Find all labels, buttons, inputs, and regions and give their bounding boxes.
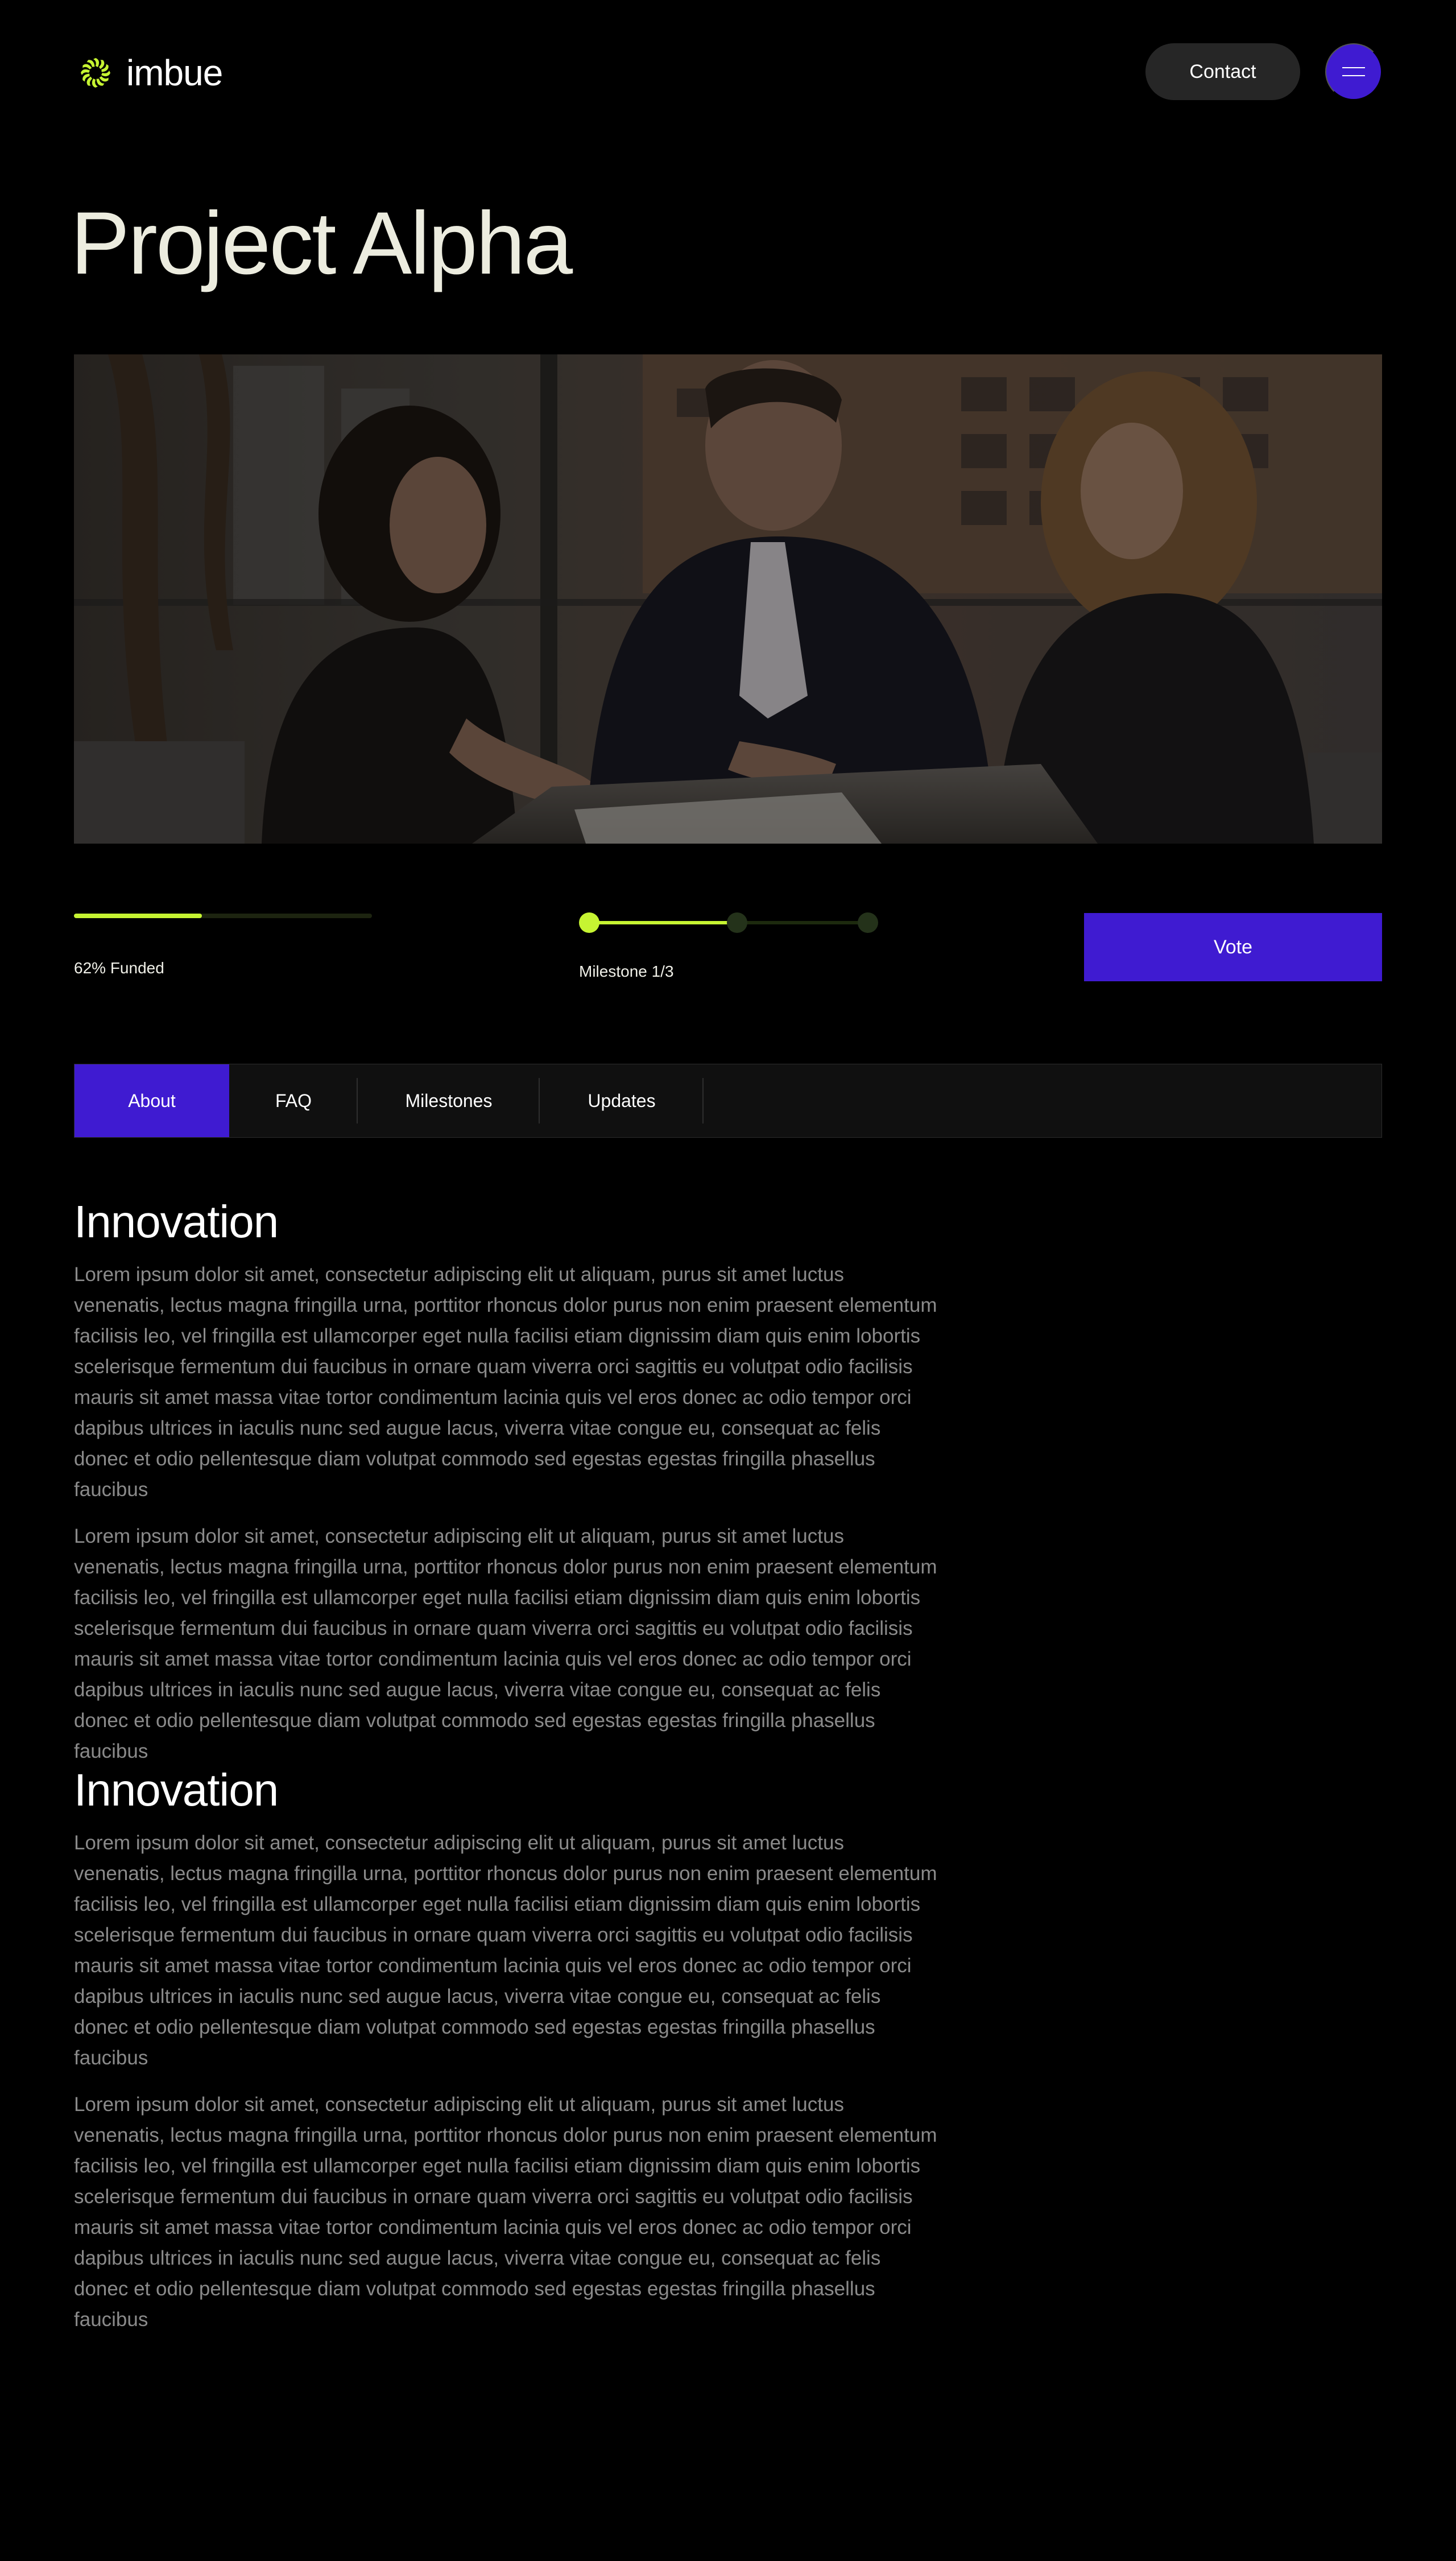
tab-faq[interactable]: FAQ: [229, 1064, 358, 1137]
funding-progress-fill: [74, 914, 202, 918]
section-paragraph: Lorem ipsum dolor sit amet, consectetur …: [74, 1832, 937, 2069]
milestone-label: Milestone 1/3: [579, 963, 674, 980]
tab-label: About: [128, 1090, 176, 1111]
hero-image: [74, 354, 1382, 844]
tab-divider: [702, 1078, 704, 1123]
contact-button[interactable]: Contact: [1145, 43, 1300, 100]
tab-label: Updates: [588, 1090, 656, 1111]
section-paragraph: Lorem ipsum dolor sit amet, consectetur …: [74, 2093, 937, 2331]
milestone-tracker: [579, 912, 878, 933]
section-paragraph: Lorem ipsum dolor sit amet, consectetur …: [74, 1263, 937, 1501]
section-heading: Innovation: [74, 1765, 279, 1815]
funding-label: 62% Funded: [74, 959, 164, 977]
brand-name: imbue: [126, 52, 223, 93]
section-paragraph: Lorem ipsum dolor sit amet, consectetur …: [74, 1525, 937, 1762]
page-title: Project Alpha: [71, 194, 573, 293]
milestone-dot: [579, 912, 599, 933]
milestone-dot: [858, 912, 878, 933]
sunburst-logo-icon: [81, 58, 110, 88]
section-heading: Innovation: [74, 1196, 279, 1247]
milestone-connector: [737, 921, 868, 924]
logo-link[interactable]: imbue: [74, 50, 223, 96]
tab-updates[interactable]: Updates: [540, 1064, 704, 1137]
tab-about[interactable]: About: [75, 1064, 229, 1137]
content-section: Innovation Lorem ipsum dolor sit amet, co…: [74, 1767, 938, 2335]
tab-milestones[interactable]: Milestones: [358, 1064, 540, 1137]
tab-label: FAQ: [275, 1090, 312, 1111]
three-people-meeting-photo: [74, 354, 1382, 844]
vote-button[interactable]: Vote: [1084, 913, 1382, 981]
funding-progress: 62% Funded: [74, 914, 372, 977]
menu-button[interactable]: [1325, 43, 1382, 100]
content-section: Innovation Lorem ipsum dolor sit amet, co…: [74, 1199, 938, 1767]
project-tabs: About FAQ Milestones Updates: [74, 1064, 1382, 1138]
milestone-connector: [589, 921, 737, 924]
site-header: imbue Contact: [74, 43, 1382, 102]
hamburger-menu-icon: [1342, 66, 1365, 77]
funding-progress-track: [74, 914, 372, 918]
tab-label: Milestones: [405, 1090, 493, 1111]
milestone-dot: [726, 912, 747, 933]
